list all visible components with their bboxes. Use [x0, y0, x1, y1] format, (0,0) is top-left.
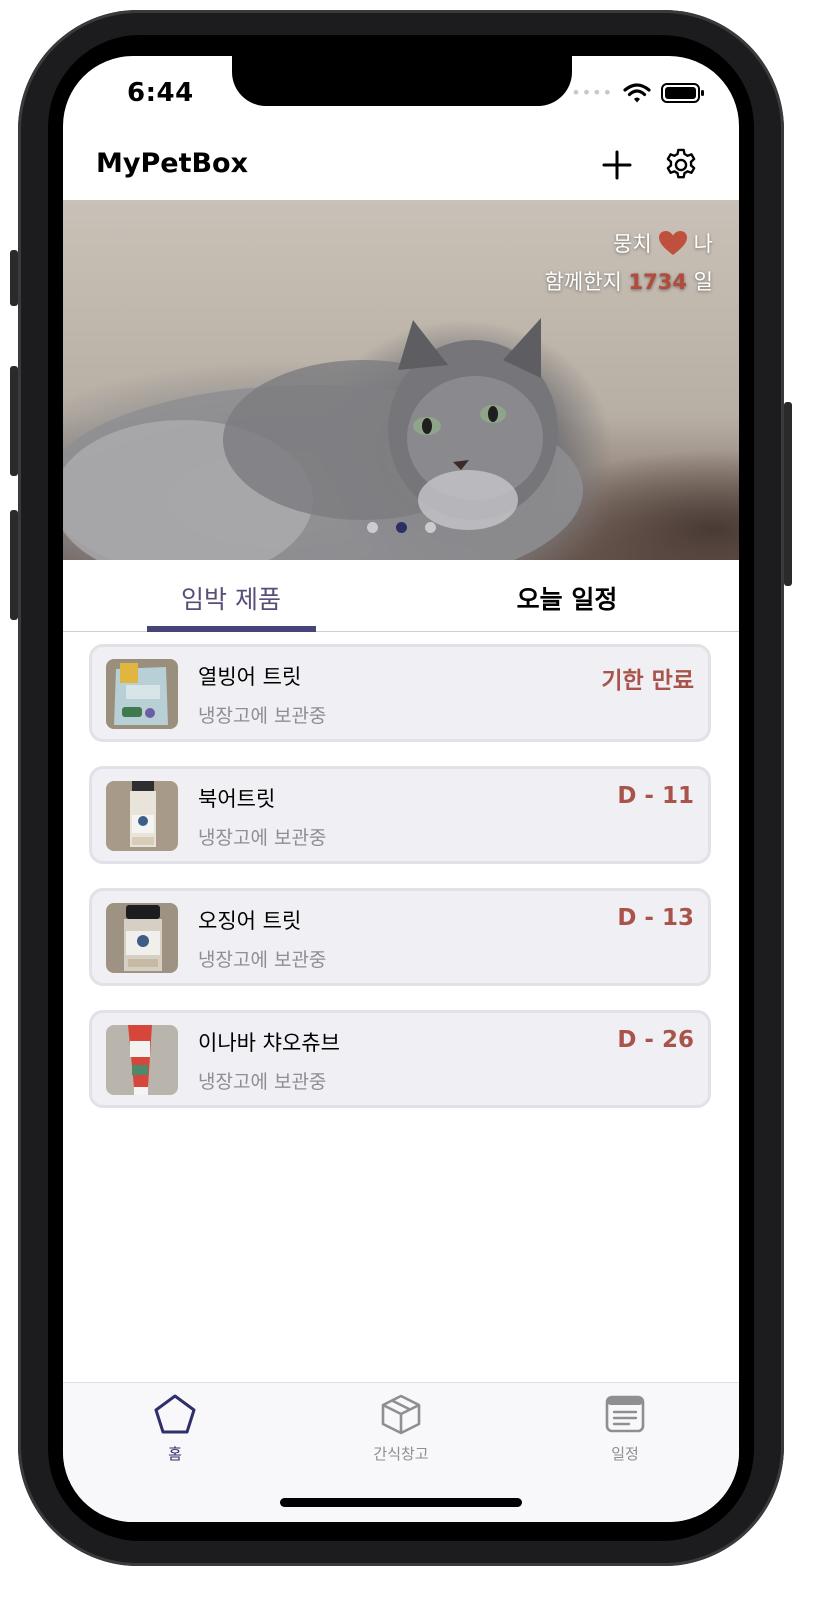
days-prefix: 함께한지: [544, 270, 622, 294]
product-name: 열빙어 트릿: [198, 665, 302, 689]
tabbar-item-home[interactable]: 홈: [115, 1393, 235, 1464]
battery-icon: [661, 83, 704, 103]
app-title: MyPetBox: [96, 148, 249, 179]
home-indicator[interactable]: [280, 1498, 522, 1507]
product-card[interactable]: 북어트릿 냉장고에 보관중 D - 11: [89, 766, 711, 864]
tab-selection-indicator: [147, 626, 316, 632]
owner-label: 나: [693, 232, 713, 256]
gear-icon: [666, 148, 696, 179]
product-card[interactable]: 열빙어 트릿 냉장고에 보관중 기한 만료: [89, 644, 711, 742]
notch: [232, 56, 572, 106]
days-count: 1734: [628, 270, 687, 294]
tabbar-item-snack-storage[interactable]: 간식창고: [341, 1393, 461, 1464]
product-storage: 냉장고에 보관중: [198, 705, 327, 727]
pet-name: 뭉치: [613, 232, 652, 256]
volume-down-button: [10, 510, 18, 620]
product-card[interactable]: 오징어 트릿 냉장고에 보관중 D - 13: [89, 888, 711, 986]
cellular-signal-icon: ••••: [571, 83, 613, 102]
product-due-status: D - 13: [617, 905, 694, 931]
product-due-status: D - 26: [617, 1027, 694, 1053]
product-card[interactable]: 이나바 챠오츄브 냉장고에 보관중 D - 26: [89, 1010, 711, 1108]
settings-button[interactable]: [660, 144, 702, 186]
product-due-status: 기한 만료: [601, 668, 694, 694]
status-indicators: ••••: [571, 82, 705, 104]
product-name: 이나바 챠오츄브: [198, 1031, 340, 1055]
mute-switch: [10, 250, 18, 306]
wifi-icon: [623, 83, 651, 103]
calendar-icon: [605, 1395, 645, 1433]
add-button[interactable]: [596, 144, 638, 186]
box-icon: [381, 1394, 421, 1435]
tab-today-schedule[interactable]: 오늘 일정: [457, 580, 677, 616]
tabbar-label-home: 홈: [168, 1445, 182, 1463]
product-name: 북어트릿: [198, 787, 276, 811]
tab-expiring-products[interactable]: 임박 제품: [121, 580, 341, 616]
page-dot[interactable]: [424, 522, 436, 533]
volume-up-button: [10, 366, 18, 476]
product-name: 오징어 트릿: [198, 909, 302, 933]
pet-photo-banner[interactable]: 뭉치 나 함께한지 1734 일: [63, 200, 739, 560]
expiring-product-list: 열빙어 트릿 냉장고에 보관중 기한 만료 북어트릿 냉장고에 보관중 D - …: [89, 644, 711, 1132]
product-due-status: D - 11: [617, 783, 694, 809]
product-thumbnail: [106, 781, 178, 851]
segment-tabs: 임박 제품 오늘 일정: [63, 560, 739, 632]
product-storage: 냉장고에 보관중: [198, 949, 327, 971]
days-together-line: 함께한지 1734 일: [545, 266, 713, 296]
product-storage: 냉장고에 보관중: [198, 1071, 327, 1093]
plus-icon: [602, 150, 632, 180]
product-thumbnail: [106, 659, 178, 729]
product-thumbnail: [106, 1025, 178, 1095]
tabbar-item-schedule[interactable]: 일정: [565, 1393, 685, 1464]
page-dot-active[interactable]: [395, 522, 407, 533]
product-storage: 냉장고에 보관중: [198, 827, 327, 849]
days-suffix: 일: [693, 270, 713, 294]
app-screen: 6:44 •••• MyPetBox 뭉치 나 함께한지 1734 일 임박 제…: [63, 56, 739, 1522]
page-dot[interactable]: [366, 522, 378, 533]
tabbar-label-snack-storage: 간식창고: [373, 1445, 429, 1463]
pet-name-line: 뭉치 나: [613, 228, 713, 261]
pentagon-icon: [154, 1394, 196, 1434]
heart-icon: [658, 230, 688, 261]
power-button: [784, 402, 792, 586]
status-time: 6:44: [127, 78, 194, 108]
product-thumbnail: [106, 903, 178, 973]
page-indicator[interactable]: [63, 522, 739, 533]
tabbar-label-schedule: 일정: [611, 1445, 639, 1463]
navigation-bar: MyPetBox: [63, 134, 739, 200]
